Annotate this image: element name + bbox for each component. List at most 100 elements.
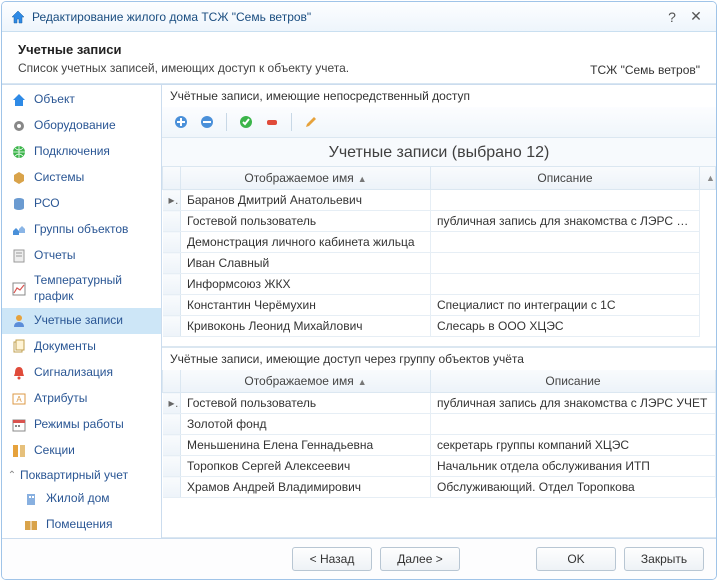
gear-icon	[10, 117, 28, 135]
toolbar-separator	[226, 113, 227, 131]
table-row[interactable]: Золотой фонд	[163, 414, 716, 435]
sidebar-item-house[interactable]: Жилой дом	[2, 486, 161, 512]
sidebar-item-connections[interactable]: Подключения	[2, 139, 161, 165]
close-window-button[interactable]: ✕	[684, 7, 708, 27]
sidebar[interactable]: Объект Оборудование Подключения Системы …	[2, 85, 162, 538]
sidebar-item-label: Группы объектов	[34, 222, 128, 238]
sidebar-item-label: РСО	[34, 196, 60, 212]
sort-asc-icon: ▲	[358, 174, 367, 184]
help-button[interactable]: ?	[660, 7, 684, 27]
sidebar-item-label: Подключения	[34, 144, 110, 160]
sidebar-item-accounts[interactable]: Учетные записи	[2, 308, 161, 334]
document-icon	[10, 247, 28, 265]
row-indicator: ▸	[163, 190, 181, 211]
home-icon	[10, 9, 26, 25]
table-row[interactable]: ▸Гостевой пользовательпубличная запись д…	[163, 393, 716, 414]
sidebar-group-label: Поквартирный учет	[20, 468, 128, 482]
cell-name: Иван Славный	[181, 253, 431, 274]
row-header-corner	[163, 167, 181, 190]
sidebar-item-label: Системы	[34, 170, 84, 186]
sidebar-item-label: Температурный график	[34, 273, 153, 304]
sidebar-item-label: Отчеты	[34, 248, 75, 264]
sidebar-group-perflat[interactable]: ⌃ Поквартирный учет	[2, 464, 161, 486]
cell-desc	[431, 190, 700, 211]
group-table: Отображаемое имя▲ Описание ▸Гостевой пол…	[162, 370, 716, 498]
vertical-scrollbar[interactable]: ▲	[700, 167, 716, 190]
sidebar-item-object[interactable]: Объект	[2, 87, 161, 113]
cell-desc: Начальник отдела обслуживания ИТП	[431, 456, 716, 477]
deny-button[interactable]	[261, 111, 283, 133]
ok-button[interactable]: OK	[536, 547, 616, 571]
row-indicator	[163, 477, 181, 498]
toolbar	[162, 107, 716, 138]
sidebar-item-modes[interactable]: Режимы работы	[2, 412, 161, 438]
col-display-name[interactable]: Отображаемое имя▲	[181, 167, 431, 190]
col-description[interactable]: Описание	[431, 167, 700, 190]
table-row[interactable]: Иван Славный	[163, 253, 716, 274]
footer: < Назад Далее > OK Закрыть	[2, 538, 716, 579]
sidebar-item-label: Объект	[34, 92, 75, 108]
org-name: ТСЖ "Семь ветров"	[590, 63, 700, 77]
sidebar-item-systems[interactable]: Системы	[2, 165, 161, 191]
cell-desc: публичная запись для знакомства с ЛЭРС У…	[431, 393, 716, 414]
table-row[interactable]: Храмов Андрей ВладимировичОбслуживающий.…	[163, 477, 716, 498]
houses-icon	[10, 221, 28, 239]
next-button[interactable]: Далее >	[380, 547, 460, 571]
sidebar-item-label: Секции	[34, 443, 75, 459]
sidebar-item-rso[interactable]: РСО	[2, 191, 161, 217]
building-icon	[22, 490, 40, 508]
col-description[interactable]: Описание	[431, 370, 716, 393]
group-grid: Отображаемое имя▲ Описание ▸Гостевой пол…	[162, 370, 716, 538]
cell-desc	[431, 232, 700, 253]
sidebar-item-groups[interactable]: Группы объектов	[2, 217, 161, 243]
cell-name: Гостевой пользователь	[181, 211, 431, 232]
row-indicator	[163, 435, 181, 456]
cell-name: Золотой фонд	[181, 414, 431, 435]
table-row[interactable]: ▸Баранов Дмитрий Анатольевич	[163, 190, 716, 211]
sidebar-item-label: Атрибуты	[34, 391, 87, 407]
add-button[interactable]	[170, 111, 192, 133]
row-header-corner	[163, 370, 181, 393]
back-button[interactable]: < Назад	[292, 547, 372, 571]
table-row[interactable]: Гостевой пользовательпубличная запись дл…	[163, 211, 716, 232]
table-row[interactable]: Демонстрация личного кабинета жильца	[163, 232, 716, 253]
cell-name: Информсоюз ЖКХ	[181, 274, 431, 295]
sidebar-item-attributes[interactable]: A Атрибуты	[2, 386, 161, 412]
table-row[interactable]: Торопков Сергей АлексеевичНачальник отде…	[163, 456, 716, 477]
rooms-icon	[22, 516, 40, 534]
row-indicator	[163, 253, 181, 274]
body: Объект Оборудование Подключения Системы …	[2, 84, 716, 538]
edit-button[interactable]	[300, 111, 322, 133]
remove-button[interactable]	[196, 111, 218, 133]
sidebar-item-label: Учетные записи	[34, 313, 123, 329]
col-display-name[interactable]: Отображаемое имя▲	[181, 370, 431, 393]
close-button[interactable]: Закрыть	[624, 547, 704, 571]
sidebar-item-reports[interactable]: Отчеты	[2, 243, 161, 269]
row-indicator	[163, 414, 181, 435]
user-icon	[10, 312, 28, 330]
box-icon	[10, 169, 28, 187]
calendar-icon	[10, 416, 28, 434]
sidebar-item-sections[interactable]: Секции	[2, 438, 161, 464]
allow-button[interactable]	[235, 111, 257, 133]
sidebar-item-alarms[interactable]: Сигнализация	[2, 360, 161, 386]
sidebar-item-equipment[interactable]: Оборудование	[2, 113, 161, 139]
sidebar-item-rooms[interactable]: Помещения	[2, 512, 161, 538]
table-row[interactable]: Константин ЧерёмухинСпециалист по интегр…	[163, 295, 716, 316]
cell-desc: Специалист по интеграции с 1С	[431, 295, 700, 316]
sidebar-item-tempgraph[interactable]: Температурный график	[2, 269, 161, 308]
direct-table: Отображаемое имя▲ Описание ▲ ▸Баранов Дм…	[162, 167, 716, 337]
header-block: Учетные записи Список учетных записей, и…	[2, 32, 716, 84]
table-row[interactable]: Информсоюз ЖКХ	[163, 274, 716, 295]
sort-asc-icon: ▲	[358, 377, 367, 387]
home-icon	[10, 91, 28, 109]
direct-grid: Отображаемое имя▲ Описание ▲ ▸Баранов Дм…	[162, 167, 716, 347]
table-row[interactable]: Кривоконь Леонид МихайловичСлесарь в ООО…	[163, 316, 716, 337]
files-icon	[10, 338, 28, 356]
sidebar-item-label: Оборудование	[34, 118, 116, 134]
row-indicator	[163, 232, 181, 253]
sidebar-item-documents[interactable]: Документы	[2, 334, 161, 360]
row-indicator	[163, 456, 181, 477]
table-row[interactable]: Меньшенина Елена Геннадьевнасекретарь гр…	[163, 435, 716, 456]
sidebar-item-label: Помещения	[46, 517, 112, 533]
